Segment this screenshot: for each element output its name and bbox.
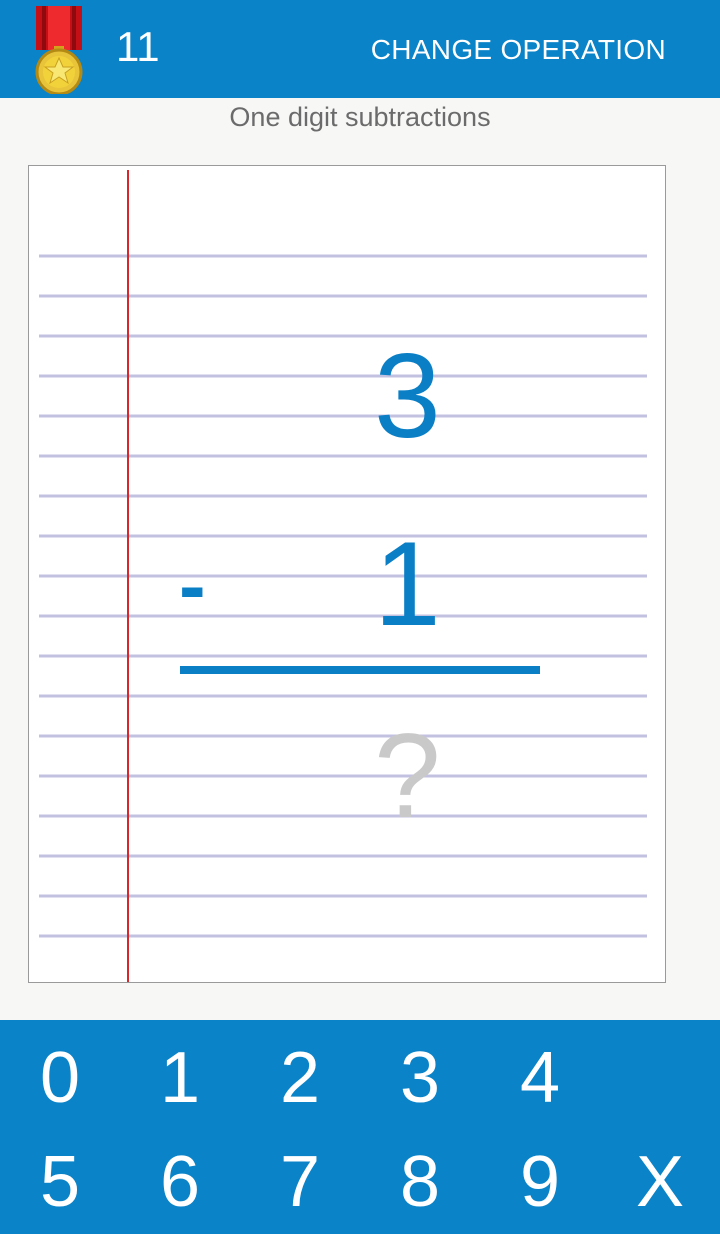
key-2[interactable]: 2 (240, 1028, 360, 1128)
sum-line (180, 666, 540, 674)
ruled-lines (39, 170, 647, 982)
key-6[interactable]: 6 (120, 1132, 240, 1232)
change-operation-button[interactable]: CHANGE OPERATION (371, 36, 666, 64)
answer-placeholder: ? (374, 709, 441, 843)
app-root: 11 CHANGE OPERATION One digit subtractio… (0, 0, 720, 1234)
key-9[interactable]: 9 (480, 1132, 600, 1232)
top-bar: 11 CHANGE OPERATION (0, 0, 720, 98)
top-operand: 3 (374, 329, 441, 463)
number-keypad: 0 1 2 3 4 5 6 7 8 9 X (0, 1020, 720, 1234)
key-3[interactable]: 3 (360, 1028, 480, 1128)
operation-subtitle: One digit subtractions (229, 102, 491, 132)
key-0[interactable]: 0 (0, 1028, 120, 1128)
medal-icon (35, 6, 83, 94)
key-1[interactable]: 1 (120, 1028, 240, 1128)
key-7[interactable]: 7 (240, 1132, 360, 1232)
clear-button[interactable]: X (600, 1132, 720, 1232)
key-8[interactable]: 8 (360, 1132, 480, 1232)
bottom-operand: 1 (374, 517, 441, 651)
key-4[interactable]: 4 (480, 1028, 600, 1128)
operator-sign: - (179, 541, 206, 630)
notebook-paper: 3 - 1 ? (28, 165, 666, 983)
score-count: 11 (116, 23, 160, 70)
key-5[interactable]: 5 (0, 1132, 120, 1232)
